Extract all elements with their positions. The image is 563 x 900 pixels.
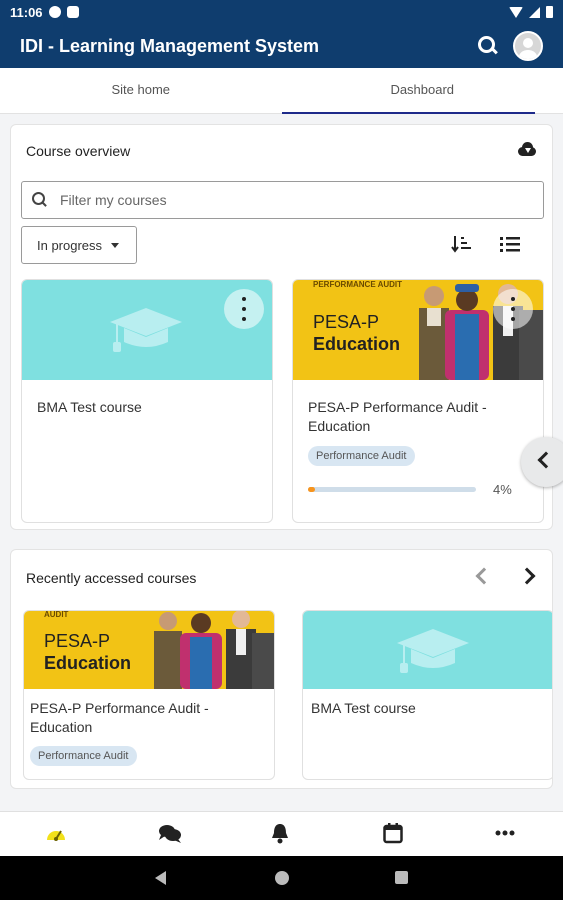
- course-name: PESA-P Performance Audit - Education: [308, 399, 487, 434]
- filter-courses-field[interactable]: [21, 181, 544, 219]
- user-avatar[interactable]: [513, 31, 543, 61]
- chevron-left-icon: [537, 451, 555, 469]
- signal-icon: [529, 6, 540, 18]
- recent-course-card[interactable]: BMA Test course: [302, 610, 552, 780]
- banner-title-line2: Education: [44, 653, 132, 673]
- nav-messages[interactable]: [113, 812, 226, 856]
- people-illustration: [154, 611, 274, 689]
- list-view-icon[interactable]: [500, 236, 520, 252]
- battery-icon: [546, 6, 553, 18]
- recent-course-card[interactable]: AUDIT PESA-P Education PESA-P Performanc…: [23, 610, 275, 780]
- more-icon: [495, 830, 515, 836]
- status-time: 11:06: [10, 4, 43, 20]
- course-progress-bar: [308, 487, 476, 492]
- sort-icon[interactable]: [451, 235, 473, 253]
- course-status-value: In progress: [37, 237, 103, 253]
- course-image: [303, 611, 552, 689]
- course-menu-button[interactable]: [224, 289, 264, 329]
- course-card[interactable]: BMA Test course: [21, 279, 273, 523]
- bottom-nav: [0, 811, 563, 856]
- course-progress-label: 4%: [493, 482, 512, 497]
- messages-icon: [158, 825, 181, 843]
- dashboard-icon: [47, 830, 65, 841]
- status-bar: 11:06: [0, 0, 563, 24]
- course-name: PESA-P Performance Audit - Education: [30, 700, 209, 735]
- wifi-icon: [509, 6, 523, 18]
- banner-kicker: PERFORMANCE AUDIT: [313, 280, 403, 289]
- search-icon[interactable]: [477, 35, 499, 57]
- app-header: IDI - Learning Management System: [0, 24, 563, 68]
- sim-icon: [66, 6, 79, 18]
- course-menu-button[interactable]: [493, 289, 533, 329]
- back-icon[interactable]: [155, 871, 166, 885]
- course-progress-fill: [308, 487, 315, 492]
- app-title: IDI - Learning Management System: [20, 35, 320, 56]
- notification-icon: [48, 6, 61, 18]
- graduation-cap-icon: [397, 629, 469, 673]
- nav-calendar[interactable]: [338, 812, 451, 856]
- tab-dashboard[interactable]: Dashboard: [281, 68, 563, 114]
- filter-courses-input[interactable]: [60, 192, 500, 208]
- course-name: BMA Test course: [311, 700, 416, 716]
- bell-icon: [272, 824, 289, 844]
- course-card[interactable]: PERFORMANCE AUDIT PESA-P Education PESA-…: [292, 279, 544, 523]
- tab-site-home[interactable]: Site home: [0, 68, 282, 113]
- home-icon[interactable]: [275, 871, 289, 885]
- nav-more[interactable]: [450, 812, 563, 856]
- graduation-cap-icon: [110, 308, 182, 352]
- recent-apps-icon[interactable]: [395, 871, 408, 884]
- nav-notifications[interactable]: [225, 812, 338, 856]
- course-status-select[interactable]: In progress: [21, 226, 137, 264]
- banner-title-line1: PESA-P: [44, 631, 111, 651]
- recent-courses-card: Recently accessed courses AUDIT PESA-P E…: [10, 549, 553, 789]
- previous-arrow-icon[interactable]: [475, 567, 493, 585]
- course-image: PERFORMANCE AUDIT PESA-P Education: [293, 280, 543, 380]
- course-overview-title: Course overview: [26, 143, 131, 159]
- course-category-badge: Performance Audit: [308, 446, 415, 466]
- recent-courses-title: Recently accessed courses: [26, 570, 197, 586]
- banner-title-line2: Education: [313, 334, 401, 354]
- banner-title-line1: PESA-P: [313, 312, 380, 332]
- course-image: AUDIT PESA-P Education: [24, 611, 274, 689]
- tab-bar: Site home Dashboard: [0, 68, 563, 114]
- course-image: [22, 280, 272, 380]
- cloud-download-icon[interactable]: [516, 141, 538, 157]
- caret-down-icon: [111, 242, 120, 248]
- banner-kicker: AUDIT: [44, 610, 69, 619]
- course-category-badge: Performance Audit: [30, 746, 137, 766]
- calendar-icon: [383, 823, 403, 844]
- nav-dashboard[interactable]: [0, 812, 113, 856]
- course-name: BMA Test course: [37, 399, 142, 415]
- system-nav-bar: [0, 856, 563, 900]
- block-drawer-toggle[interactable]: [521, 437, 563, 487]
- course-overview-card: Course overview In progress: [10, 124, 553, 530]
- next-arrow-icon[interactable]: [518, 567, 536, 585]
- search-icon: [32, 192, 48, 208]
